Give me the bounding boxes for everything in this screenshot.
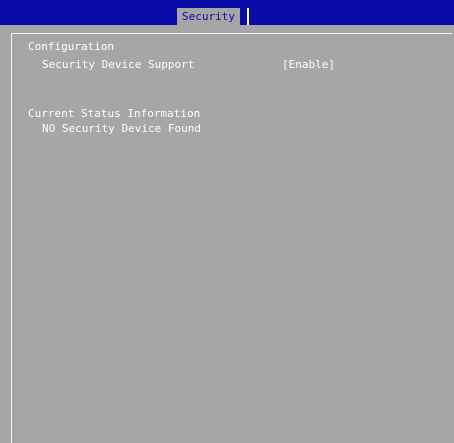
current-status-heading: Current Status Information	[28, 107, 201, 120]
tab-marker	[247, 8, 249, 25]
security-device-support-value[interactable]: [Enable]	[282, 58, 335, 72]
title-bar: Security	[0, 0, 454, 25]
content-panel	[11, 33, 452, 443]
tab-security[interactable]: Security	[177, 8, 240, 25]
status-message: NO Security Device Found	[42, 122, 201, 135]
security-device-support-label[interactable]: Security Device Support	[42, 58, 194, 72]
configuration-heading: Configuration	[28, 40, 115, 53]
